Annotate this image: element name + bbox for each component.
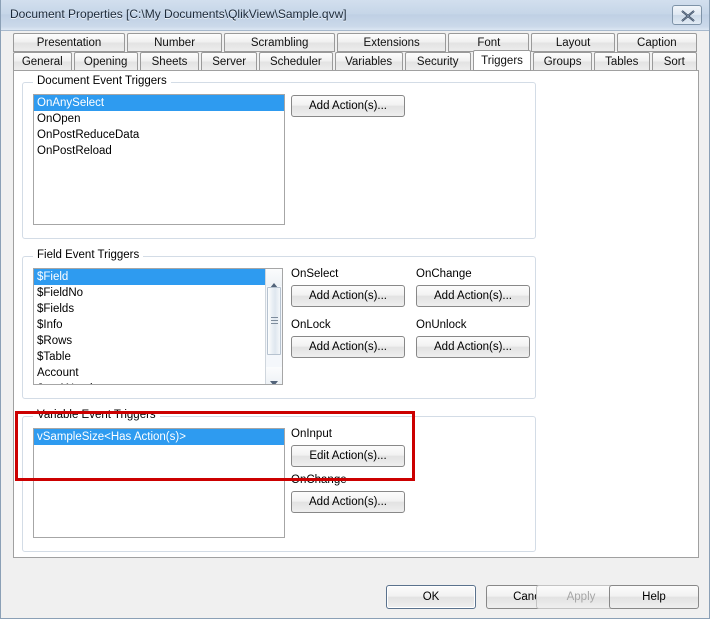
field-onlock-add-actions-button[interactable]: Add Action(s)... xyxy=(291,336,405,358)
tab-extensions[interactable]: Extensions xyxy=(337,33,447,52)
scroll-thumb[interactable] xyxy=(267,287,281,355)
variable-onchange-add-actions-button[interactable]: Add Action(s)... xyxy=(291,491,405,513)
variable-oninput-edit-actions-button[interactable]: Edit Action(s)... xyxy=(291,445,405,467)
tab-strip: Presentation Number Scrambling Extension… xyxy=(13,33,699,71)
variable-event-triggers-group: Variable Event Triggers vSampleSize<Has … xyxy=(22,409,536,552)
document-event-triggers-group: Document Event Triggers OnAnySelect OnOp… xyxy=(22,75,536,239)
list-item[interactable]: $Rows xyxy=(34,333,282,349)
grip-icon xyxy=(271,317,278,325)
document-properties-dialog: Document Properties [C:\My Documents\Qli… xyxy=(0,0,710,619)
ok-button[interactable]: OK xyxy=(386,585,476,609)
field-onunlock-label: OnUnlock xyxy=(416,319,467,331)
tab-security[interactable]: Security xyxy=(404,52,471,71)
tab-layout[interactable]: Layout xyxy=(531,33,615,52)
field-event-triggers-group: Field Event Triggers $Field $FieldNo $Fi… xyxy=(22,249,536,399)
tab-sort[interactable]: Sort xyxy=(651,52,697,71)
close-button[interactable] xyxy=(672,5,702,25)
tab-scrambling[interactable]: Scrambling xyxy=(224,33,336,52)
tab-general[interactable]: General xyxy=(13,52,72,71)
field-onselect-label: OnSelect xyxy=(291,268,339,280)
help-button[interactable]: Help xyxy=(609,585,699,609)
chevron-down-icon xyxy=(270,373,278,384)
tab-opening[interactable]: Opening xyxy=(73,52,138,71)
field-event-trigger-list[interactable]: $Field $FieldNo $Fields $Info $Rows $Tab… xyxy=(33,268,283,385)
field-onunlock-add-actions-button[interactable]: Add Action(s)... xyxy=(416,336,530,358)
field-onlock-label: OnLock xyxy=(291,319,331,331)
tab-triggers[interactable]: Triggers xyxy=(472,50,532,71)
list-item[interactable]: OnAnySelect xyxy=(34,95,284,111)
tab-variables[interactable]: Variables xyxy=(334,52,403,71)
tab-caption[interactable]: Caption xyxy=(616,33,698,52)
list-item[interactable]: vSampleSize<Has Action(s)> xyxy=(34,429,284,445)
list-item[interactable]: $Table xyxy=(34,349,282,365)
variable-event-triggers-title: Variable Event Triggers xyxy=(33,409,160,421)
field-event-triggers-title: Field Event Triggers xyxy=(33,249,144,261)
window-title: Document Properties [C:\My Documents\Qli… xyxy=(10,7,347,21)
variable-event-trigger-list[interactable]: vSampleSize<Has Action(s)> xyxy=(33,428,285,538)
tab-number[interactable]: Number xyxy=(127,33,223,52)
list-item[interactable]: Account xyxy=(34,365,282,381)
document-add-actions-button[interactable]: Add Action(s)... xyxy=(291,95,405,117)
list-item[interactable]: $FieldNo xyxy=(34,285,282,301)
tab-groups[interactable]: Groups xyxy=(533,52,592,71)
list-item[interactable]: $Field xyxy=(34,269,265,285)
variable-oninput-label: OnInput xyxy=(291,428,332,440)
field-onselect-add-actions-button[interactable]: Add Action(s)... xyxy=(291,285,405,307)
list-item[interactable]: JustANumber xyxy=(34,381,282,384)
tab-row-bottom: General Opening Sheets Server Scheduler … xyxy=(13,50,699,71)
tab-server[interactable]: Server xyxy=(201,52,258,71)
document-event-trigger-list[interactable]: OnAnySelect OnOpen OnPostReduceData OnPo… xyxy=(33,94,285,225)
tab-presentation[interactable]: Presentation xyxy=(13,33,125,52)
list-item[interactable]: OnOpen xyxy=(34,111,284,127)
variable-onchange-label: OnChange xyxy=(291,474,347,486)
tab-row-top: Presentation Number Scrambling Extension… xyxy=(13,33,699,52)
list-item[interactable]: OnPostReduceData xyxy=(34,127,284,143)
field-onchange-label: OnChange xyxy=(416,268,472,280)
dialog-footer: OK Cancel Apply Help xyxy=(1,566,709,618)
triggers-page: Document Event Triggers OnAnySelect OnOp… xyxy=(13,70,699,558)
list-item[interactable]: $Fields xyxy=(34,301,282,317)
tab-tables[interactable]: Tables xyxy=(593,52,650,71)
scroll-up-arrow[interactable] xyxy=(266,269,282,288)
scroll-down-arrow[interactable] xyxy=(266,367,282,384)
field-list-scrollbar[interactable] xyxy=(265,269,282,384)
document-event-triggers-title: Document Event Triggers xyxy=(33,75,171,87)
title-bar: Document Properties [C:\My Documents\Qli… xyxy=(1,0,709,31)
tab-scheduler[interactable]: Scheduler xyxy=(259,52,333,71)
list-item[interactable]: OnPostReload xyxy=(34,143,284,159)
list-item[interactable]: $Info xyxy=(34,317,282,333)
field-onchange-add-actions-button[interactable]: Add Action(s)... xyxy=(416,285,530,307)
tab-sheets[interactable]: Sheets xyxy=(139,52,200,71)
